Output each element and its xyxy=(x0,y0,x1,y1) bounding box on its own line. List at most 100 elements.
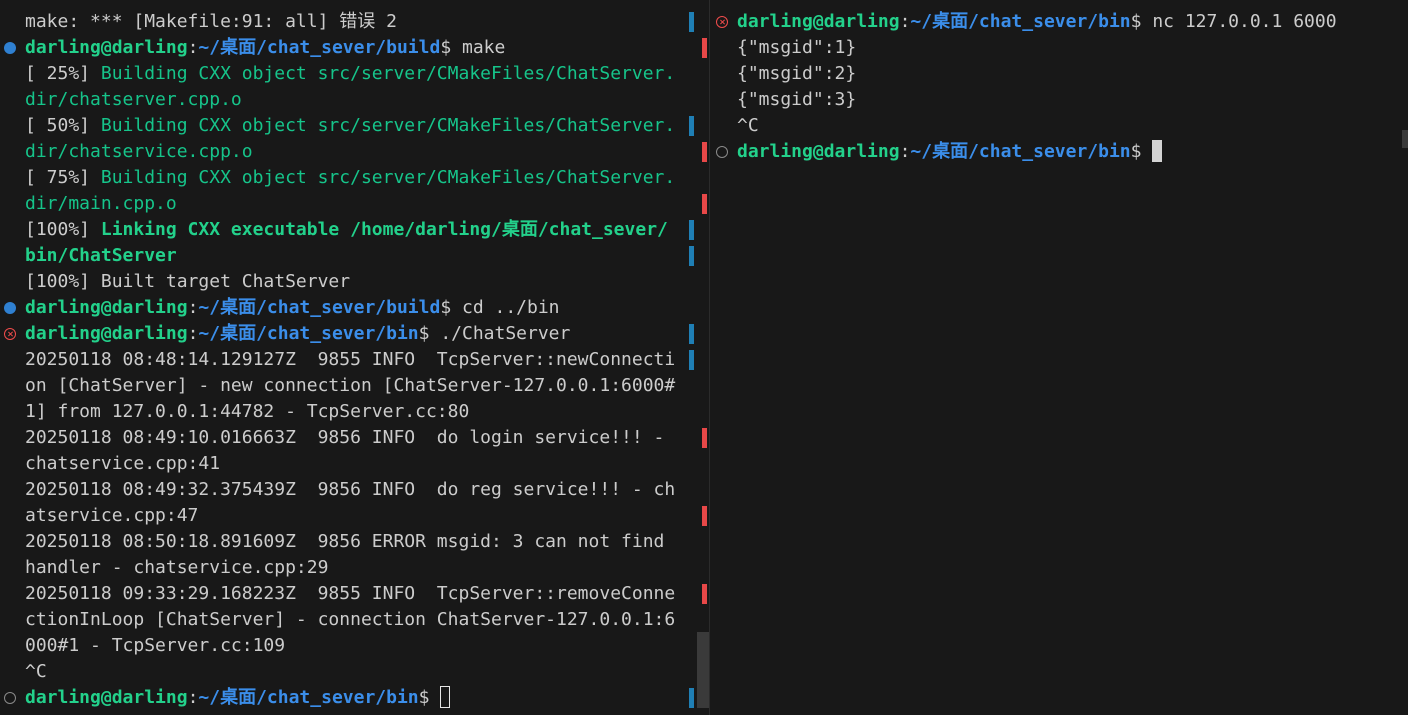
terminal-line-text: make: *** [Makefile:91: all] 错误 2 xyxy=(25,9,397,35)
scroll-marker-blue xyxy=(689,220,694,240)
terminal-text-segment: darling@darling xyxy=(737,11,900,32)
terminal-text-segment: Building CXX object src/server/CMakeFile… xyxy=(100,63,676,84)
terminal-line-text: darling@darling:~/桌面/chat_sever/bin$ xyxy=(737,139,1163,165)
terminal-text-segment: : xyxy=(187,297,199,318)
terminal-text-segment: handler - chatservice.cpp:29 xyxy=(25,557,329,578)
terminal-text-segment: $ ./ChatServer xyxy=(418,323,571,344)
right-terminal-pane[interactable]: darling@darling:~/桌面/chat_sever/bin$ nc … xyxy=(712,0,1408,715)
terminal-line-text: {"msgid":1} xyxy=(737,35,856,61)
terminal-text-segment: dir/main.cpp.o xyxy=(25,193,177,214)
terminal-line-text: ctionInLoop [ChatServer] - connection Ch… xyxy=(25,607,675,633)
terminal-text-segment: $ make xyxy=(440,37,506,58)
terminal-text-segment: [100%] xyxy=(25,219,101,240)
terminal-text-segment: 20250118 08:48:14.129127Z 9855 INFO TcpS… xyxy=(25,349,676,370)
terminal-text-segment: dir/chatserver.cpp.o xyxy=(25,89,242,110)
terminal-text-segment: $ cd ../bin xyxy=(440,297,560,318)
pane-divider[interactable] xyxy=(709,0,710,715)
terminal-line-text: dir/main.cpp.o xyxy=(25,191,177,217)
scroll-marker-blue xyxy=(689,116,694,136)
terminal-line-text: [100%] Linking CXX executable /home/darl… xyxy=(25,217,668,243)
terminal-line-text: handler - chatservice.cpp:29 xyxy=(25,555,328,581)
scroll-marker-blue xyxy=(689,350,694,370)
terminal-line-text: [ 25%] Building CXX object src/server/CM… xyxy=(25,61,675,87)
command-pending-icon[interactable] xyxy=(4,692,16,704)
right-terminal-scrollbar[interactable] xyxy=(1402,130,1408,148)
terminal-text-segment: ~/桌面/chat_sever/bin xyxy=(198,687,419,708)
command-error-icon[interactable] xyxy=(4,328,16,340)
command-pending-icon[interactable] xyxy=(716,146,728,158)
terminal-text-segment: darling@darling xyxy=(25,37,188,58)
terminal-text-segment: 1] from 127.0.0.1:44782 - TcpServer.cc:8… xyxy=(25,401,470,422)
terminal-text-segment: {"msgid":1} xyxy=(737,37,857,58)
terminal-text-segment: 20250118 08:49:10.016663Z 9856 INFO do l… xyxy=(25,427,665,448)
terminal-text-segment: 20250118 08:50:18.891609Z 9856 ERROR msg… xyxy=(25,531,665,552)
terminal-line-text: 20250118 08:50:18.891609Z 9856 ERROR msg… xyxy=(25,529,664,555)
scroll-marker-blue xyxy=(689,246,694,266)
terminal-text-segment: on [ChatServer] - new connection [ChatSe… xyxy=(25,375,676,396)
scroll-marker-blue xyxy=(689,688,694,708)
scroll-marker-red xyxy=(702,506,707,526)
terminal-line-text: ^C xyxy=(25,659,47,685)
terminal-text-segment: 20250118 09:33:29.168223Z 9855 INFO TcpS… xyxy=(25,583,676,604)
terminal-line-text: on [ChatServer] - new connection [ChatSe… xyxy=(25,373,675,399)
terminal-line-text: [ 50%] Building CXX object src/server/CM… xyxy=(25,113,675,139)
terminal-text-segment: : xyxy=(187,37,199,58)
terminal-text-segment: ~/桌面/chat_sever/bin xyxy=(910,11,1131,32)
terminal-text-segment: ~/桌面/chat_sever/build xyxy=(198,37,441,58)
terminal-text-segment: darling@darling xyxy=(25,323,188,344)
terminal-text-segment: darling@darling xyxy=(25,297,188,318)
terminal-text-segment: make: *** [Makefile:91: all] 错误 2 xyxy=(25,11,397,32)
terminal-text-segment: [ 50%] xyxy=(25,115,101,136)
terminal-line-text: darling@darling:~/桌面/chat_sever/build$ m… xyxy=(25,35,505,61)
terminal-text-segment: dir/chatservice.cpp.o xyxy=(25,141,253,162)
terminal-text-segment: ^C xyxy=(25,661,47,682)
terminal-line-text: 20250118 08:49:10.016663Z 9856 INFO do l… xyxy=(25,425,664,451)
terminal-text-segment: ~/桌面/chat_sever/bin xyxy=(198,323,419,344)
terminal-text-segment: Building CXX object src/server/CMakeFile… xyxy=(100,167,676,188)
terminal-line-text: dir/chatserver.cpp.o xyxy=(25,87,242,113)
scroll-marker-red xyxy=(702,38,707,58)
terminal-cursor xyxy=(440,685,451,708)
scroll-marker-blue xyxy=(689,12,694,32)
terminal-line-text: bin/ChatServer xyxy=(25,243,177,269)
terminal-line-text: {"msgid":3} xyxy=(737,87,856,113)
scroll-marker-red xyxy=(702,428,707,448)
terminal-line-text: [ 75%] Building CXX object src/server/CM… xyxy=(25,165,675,191)
terminal-text-segment: $ nc 127.0.0.1 6000 xyxy=(1130,11,1337,32)
terminal-text-segment: Linking CXX executable /home/darling/桌面/… xyxy=(100,219,668,240)
terminal-text-segment: [100%] Built target ChatServer xyxy=(25,271,351,292)
left-terminal-gutter xyxy=(688,0,710,715)
terminal-line-text: 20250118 09:33:29.168223Z 9855 INFO TcpS… xyxy=(25,581,675,607)
terminal-text-segment: : xyxy=(187,323,199,344)
left-terminal-pane[interactable]: make: *** [Makefile:91: all] 错误 2 darling… xyxy=(0,0,688,715)
scroll-marker-blue xyxy=(689,324,694,344)
terminal-text-segment: atservice.cpp:47 xyxy=(25,505,199,526)
terminal-text-segment: $ xyxy=(1130,141,1153,162)
terminal-text-segment: {"msgid":2} xyxy=(737,63,857,84)
terminal-text-segment: chatservice.cpp:41 xyxy=(25,453,221,474)
command-success-icon[interactable] xyxy=(4,302,16,314)
terminal-text-segment: ~/桌面/chat_sever/build xyxy=(198,297,441,318)
terminal-text-segment: {"msgid":3} xyxy=(737,89,857,110)
terminal-line-text: [100%] Built target ChatServer xyxy=(25,269,350,295)
terminal-text-segment: ctionInLoop [ChatServer] - connection Ch… xyxy=(25,609,676,630)
terminal-line-text: darling@darling:~/桌面/chat_sever/build$ c… xyxy=(25,295,560,321)
terminal-text-segment: 20250118 08:49:32.375439Z 9856 INFO do r… xyxy=(25,479,676,500)
scroll-marker-red xyxy=(702,142,707,162)
terminal-text-segment: [ 25%] xyxy=(25,63,101,84)
command-error-icon[interactable] xyxy=(716,16,728,28)
terminal-line-text: dir/chatservice.cpp.o xyxy=(25,139,253,165)
terminal-line-text: chatservice.cpp:41 xyxy=(25,451,220,477)
terminal-line-text: {"msgid":2} xyxy=(737,61,856,87)
terminal-line-text: atservice.cpp:47 xyxy=(25,503,198,529)
terminal-line-text: ^C xyxy=(737,113,759,139)
terminal-text-segment: ~/桌面/chat_sever/bin xyxy=(910,141,1131,162)
command-success-icon[interactable] xyxy=(4,42,16,54)
scroll-marker-red xyxy=(702,194,707,214)
terminal-line-text: darling@darling:~/桌面/chat_sever/bin$ ./C… xyxy=(25,321,570,347)
terminal-text-segment: : xyxy=(899,141,911,162)
terminal-line-text: 000#1 - TcpServer.cc:109 xyxy=(25,633,285,659)
terminal-text-segment: bin/ChatServer xyxy=(25,245,177,266)
terminal-line-text: 1] from 127.0.0.1:44782 - TcpServer.cc:8… xyxy=(25,399,469,425)
terminal-text-segment: [ 75%] xyxy=(25,167,101,188)
